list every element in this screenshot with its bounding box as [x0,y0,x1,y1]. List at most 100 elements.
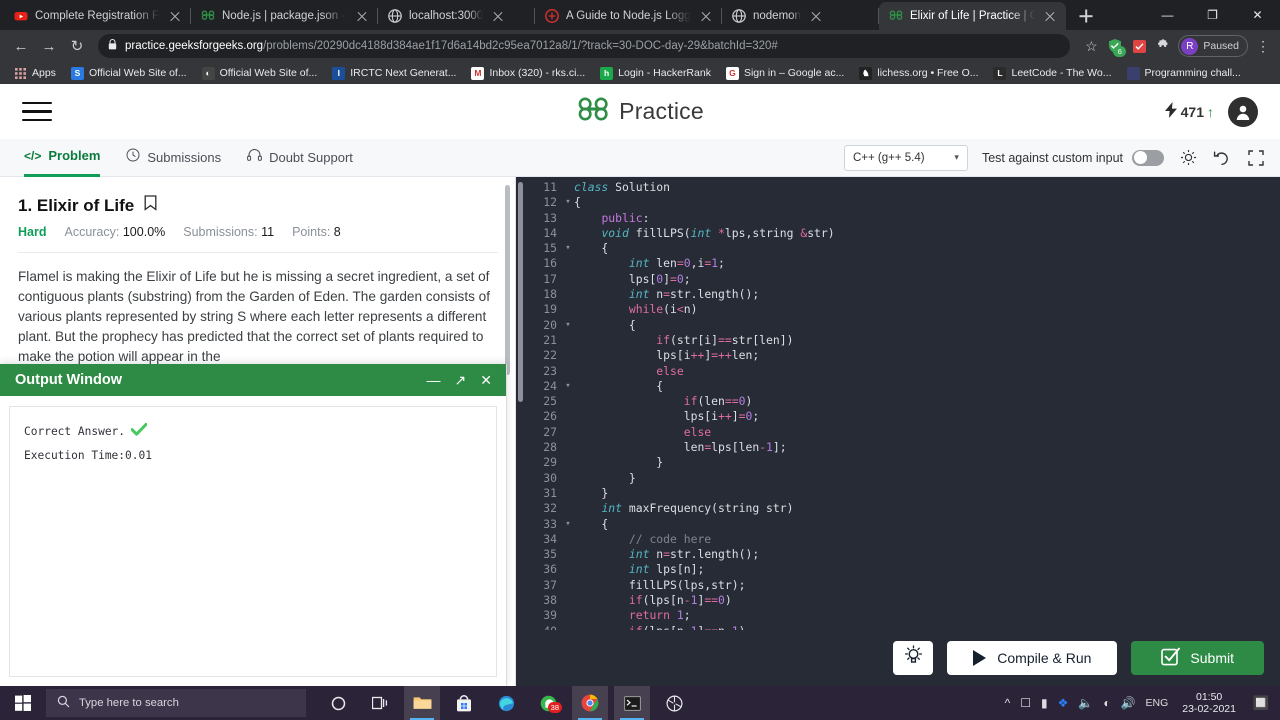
fold-toggle-icon[interactable] [562,211,574,226]
theme-brightness-icon[interactable] [1178,148,1198,168]
fold-toggle-icon[interactable] [562,425,574,440]
code-line[interactable]: 15 ▾ { [528,241,1280,256]
show-hidden-icons-chevron[interactable]: ^ [1005,696,1011,710]
editor-scrollbar[interactable] [518,182,523,402]
tab-submissions[interactable]: Submissions [126,139,221,177]
language-select[interactable]: C++ (g++ 5.4) ▾ [843,144,968,171]
windows-start-icon[interactable] [0,686,46,720]
brand[interactable]: Practice [576,96,704,127]
problem-scrollbar[interactable] [505,185,510,375]
browser-tab[interactable]: nodemon [722,2,879,30]
tab-close-icon[interactable] [490,8,506,24]
code-line[interactable]: 29 } [528,455,1280,470]
fold-toggle-icon[interactable]: ▾ [562,318,574,333]
code-line[interactable]: 12 ▾{ [528,195,1280,210]
minimize-window-button[interactable]: — [1145,0,1190,30]
code-line[interactable]: 27 else [528,425,1280,440]
code-line[interactable]: 33 ▾ { [528,517,1280,532]
bookmark-item[interactable]: Programming chall... [1121,65,1247,82]
adblock-extension-icon[interactable]: 6 [1106,37,1127,57]
code-line[interactable]: 21 if(str[i]==str[len]) [528,333,1280,348]
fold-toggle-icon[interactable] [562,302,574,317]
fold-toggle-icon[interactable] [562,364,574,379]
wifi-icon[interactable]: ◐ [1103,696,1110,710]
fold-toggle-icon[interactable]: ▾ [562,379,574,394]
microsoft-store-icon[interactable] [446,686,482,720]
maximize-window-button[interactable]: ❐ [1190,0,1235,30]
notification-icon[interactable]: 🔲 [1250,695,1272,711]
dropbox-icon[interactable]: ❖ [1058,696,1069,710]
new-tab-button[interactable] [1072,2,1100,30]
bookmark-item[interactable]: h Login - HackerRank [594,65,717,82]
bookmark-item[interactable]: ♞ lichess.org • Free O... [853,65,984,82]
fold-toggle-icon[interactable] [562,348,574,363]
back-button[interactable]: ← [8,33,34,59]
browser-tab[interactable]: A Guide to Node.js Logging [535,2,722,30]
hamburger-menu-icon[interactable] [22,101,52,122]
output-expand-icon[interactable]: ↗ [455,373,467,387]
fold-toggle-icon[interactable] [562,593,574,608]
fold-toggle-icon[interactable]: ▾ [562,195,574,210]
code-line[interactable]: 26 lps[i++]=0; [528,409,1280,424]
code-line[interactable]: 35 int n=str.length(); [528,547,1280,562]
fold-toggle-icon[interactable]: ▾ [562,241,574,256]
webcam-icon[interactable]: ☐ [1020,696,1031,710]
bookmark-item[interactable]: S Official Web Site of... [65,65,193,82]
reload-button[interactable]: ↻ [64,33,90,59]
tab-problem[interactable]: </> Problem [24,139,101,177]
fold-toggle-icon[interactable] [562,440,574,455]
code-line[interactable]: 16 int len=0,i=1; [528,256,1280,271]
fold-toggle-icon[interactable] [562,333,574,348]
fold-toggle-icon[interactable] [562,287,574,302]
language-indicator[interactable]: ENG [1146,697,1169,709]
custom-input-toggle[interactable] [1132,149,1164,166]
browser-tab[interactable]: localhost:3000 [378,2,535,30]
bookmark-item[interactable]: Apps [8,65,62,82]
browser-tab[interactable]: Elixir of Life | Practice | Geeks [879,2,1066,30]
bookmark-item[interactable]: I IRCTC Next Generat... [326,65,462,82]
code-editor[interactable]: 11 class Solution 12 ▾{13 public: 14 void fi… [516,177,1280,686]
tab-close-icon[interactable] [698,8,714,24]
forward-button[interactable]: → [36,33,62,59]
fold-toggle-icon[interactable] [562,471,574,486]
taskbar-clock[interactable]: 01:50 23-02-2021 [1178,691,1240,715]
tab-doubt-support[interactable]: Doubt Support [247,139,353,177]
code-line[interactable]: 30 } [528,471,1280,486]
bookmark-icon[interactable] [144,195,157,216]
fold-toggle-icon[interactable] [562,409,574,424]
code-line[interactable]: 38 if(lps[n-1]==0) [528,593,1280,608]
tab-close-icon[interactable] [1042,8,1058,24]
potd-streak[interactable]: 471 ↑ [1164,102,1214,121]
code-line[interactable]: 14 void fillLPS(int *lps,string &str) [528,226,1280,241]
browser-tab[interactable]: Complete Registration Fo [4,2,191,30]
code-line[interactable]: 25 if(len==0) [528,394,1280,409]
code-line[interactable]: 28 len=lps[len-1]; [528,440,1280,455]
code-line[interactable]: 37 fillLPS(lps,str); [528,578,1280,593]
taskbar-search-box[interactable]: Type here to search [46,689,306,717]
code-line[interactable]: 20 ▾ { [528,318,1280,333]
code-line[interactable]: 17 lps[0]=0; [528,272,1280,287]
battery-icon[interactable]: ▮ [1041,696,1048,710]
fold-toggle-icon[interactable] [562,501,574,516]
fold-toggle-icon[interactable] [562,226,574,241]
bookmark-item[interactable]: M Inbox (320) - rks.ci... [465,65,591,82]
code-line[interactable]: 22 lps[i++]=++len; [528,348,1280,363]
output-minimize-icon[interactable]: — [427,373,441,387]
google-chrome-icon[interactable] [572,686,608,720]
output-close-icon[interactable]: ✕ [480,373,492,387]
fold-toggle-icon[interactable] [562,547,574,562]
code-line[interactable]: 24 ▾ { [528,379,1280,394]
cortana-icon[interactable] [320,686,356,720]
code-line[interactable]: 32 int maxFrequency(string str) [528,501,1280,516]
fullscreen-icon[interactable] [1246,148,1266,168]
tab-close-icon[interactable] [808,8,824,24]
code-line[interactable]: 31 } [528,486,1280,501]
code-line[interactable]: 13 public: [528,211,1280,226]
microsoft-edge-icon[interactable] [488,686,524,720]
fold-toggle-icon[interactable] [562,455,574,470]
fold-toggle-icon[interactable] [562,256,574,271]
browser-tab[interactable]: Node.js | package.json - Geek [191,2,378,30]
code-line[interactable]: 18 int n=str.length(); [528,287,1280,302]
user-avatar-icon[interactable] [1228,96,1258,127]
whatsapp-icon[interactable]: 38 [530,686,566,720]
